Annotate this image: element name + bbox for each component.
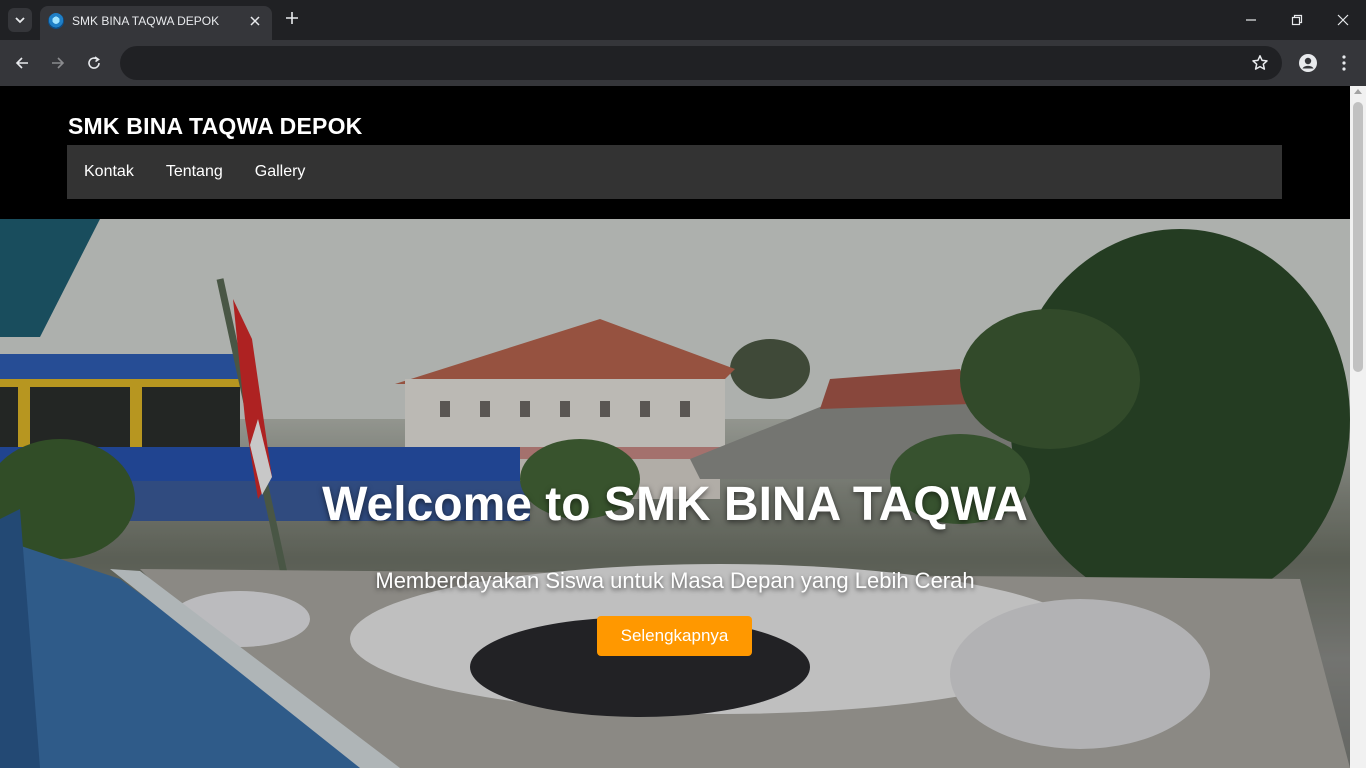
tab-close-button[interactable] xyxy=(246,12,264,30)
chevron-down-icon xyxy=(15,17,25,24)
arrow-left-icon xyxy=(15,57,28,69)
browser-tab[interactable]: SMK BINA TAQWA DEPOK xyxy=(40,6,272,40)
bookmark-button[interactable] xyxy=(1250,53,1270,73)
profile-button[interactable] xyxy=(1296,51,1320,75)
close-icon xyxy=(1337,14,1349,26)
hero-subtitle: Memberdayakan Siswa untuk Masa Depan yan… xyxy=(375,568,975,593)
hero-section: Welcome to SMK BINA TAQWA Memberdayakan … xyxy=(0,219,1350,768)
more-vert-icon xyxy=(1342,55,1346,71)
reload-button[interactable] xyxy=(82,51,106,75)
minimize-button[interactable] xyxy=(1239,8,1263,32)
nav-link-tentang[interactable]: Tentang xyxy=(166,163,223,181)
scroll-thumb[interactable] xyxy=(1353,102,1363,372)
browser-menu-button[interactable] xyxy=(1332,51,1356,75)
school-logo-icon xyxy=(48,13,64,29)
address-bar[interactable] xyxy=(120,46,1282,80)
nav-link-kontak[interactable]: Kontak xyxy=(84,163,134,181)
plus-icon xyxy=(286,12,298,24)
profile-icon xyxy=(1299,54,1317,72)
site-nav: Kontak Tentang Gallery xyxy=(67,145,1282,199)
restore-icon xyxy=(1291,14,1303,26)
site-title: SMK BINA TAQWA DEPOK xyxy=(68,113,363,139)
forward-button[interactable] xyxy=(46,51,70,75)
restore-button[interactable] xyxy=(1285,8,1309,32)
arrow-right-icon xyxy=(52,57,65,69)
browser-toolbar xyxy=(0,40,1366,86)
star-icon xyxy=(1252,55,1268,70)
scroll-up-arrow-icon[interactable] xyxy=(1354,89,1362,94)
hero-title: Welcome to SMK BINA TAQWA xyxy=(322,478,1028,531)
new-tab-button[interactable] xyxy=(282,9,302,29)
site-header: SMK BINA TAQWA DEPOK Kontak Tentang Gall… xyxy=(0,86,1350,219)
tab-search-button[interactable] xyxy=(8,8,32,32)
page-scrollbar[interactable] xyxy=(1350,86,1366,768)
tab-title: SMK BINA TAQWA DEPOK xyxy=(72,14,220,28)
close-icon xyxy=(250,16,260,26)
reload-icon xyxy=(88,56,100,69)
minimize-icon xyxy=(1246,19,1256,21)
back-button[interactable] xyxy=(10,51,34,75)
page-viewport: SMK BINA TAQWA DEPOK Kontak Tentang Gall… xyxy=(0,86,1366,768)
browser-tabstrip: SMK BINA TAQWA DEPOK xyxy=(0,0,1366,40)
address-input[interactable] xyxy=(138,54,1228,72)
window-close-button[interactable] xyxy=(1331,8,1355,32)
learn-more-button[interactable]: Selengkapnya xyxy=(597,616,752,656)
nav-link-gallery[interactable]: Gallery xyxy=(255,163,306,181)
